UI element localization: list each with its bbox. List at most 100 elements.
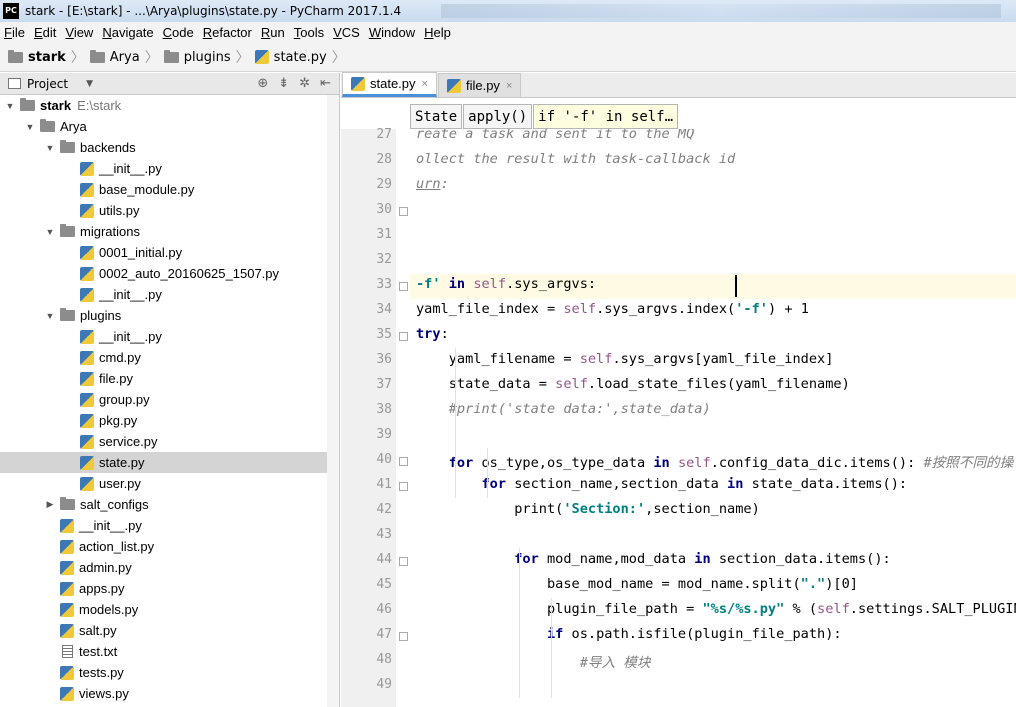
scroll-from-source-icon[interactable]: ⊕ xyxy=(257,76,268,91)
fold-toggle-icon[interactable] xyxy=(399,332,408,341)
editor-tab[interactable]: file.py × xyxy=(437,73,522,97)
menu-edit[interactable]: Edit xyxy=(34,25,56,40)
settings-gear-icon[interactable]: ✲ xyxy=(299,76,310,91)
code-line: try: xyxy=(416,326,449,342)
menu-run[interactable]: Run xyxy=(261,25,285,40)
chevron-right-icon[interactable]: ▶ xyxy=(44,499,56,510)
tree-item[interactable]: cmd.py xyxy=(0,347,339,368)
tree-item[interactable]: apps.py xyxy=(0,578,339,599)
tree-item[interactable]: utils.py xyxy=(0,200,339,221)
menu-refactor[interactable]: Refactor xyxy=(203,25,252,40)
tree-item[interactable]: 0002_auto_20160625_1507.py xyxy=(0,263,339,284)
python-file-icon xyxy=(80,350,94,365)
menu-window[interactable]: Window xyxy=(369,25,415,40)
folder-icon xyxy=(8,49,23,63)
code-text-area[interactable]: reate a task and sent it to the MQ ollect… xyxy=(410,129,1016,707)
line-number: 45 xyxy=(376,577,392,592)
python-file-icon xyxy=(254,50,269,64)
menu-navigate[interactable]: Navigate xyxy=(102,25,153,40)
tree-item[interactable]: pkg.py xyxy=(0,410,339,431)
code-line: for section_name,section_data in state_d… xyxy=(481,476,908,492)
fold-toggle-icon[interactable] xyxy=(399,482,408,491)
chevron-down-icon[interactable]: ▼ xyxy=(44,227,56,237)
tree-item[interactable]: group.py xyxy=(0,389,339,410)
collapse-all-icon[interactable]: ⇟ xyxy=(278,76,289,91)
tree-item[interactable]: views.py xyxy=(0,683,339,704)
tree-item[interactable]: 0001_initial.py xyxy=(0,242,339,263)
fold-toggle-icon[interactable] xyxy=(399,557,408,566)
nav-crumb-stark[interactable]: stark xyxy=(8,49,66,65)
tree-item[interactable]: action_list.py xyxy=(0,536,339,557)
tree-item[interactable]: __init__.py xyxy=(0,158,339,179)
code-editor: state.py × file.py × State apply() if '-f' in… xyxy=(341,72,1016,707)
fold-toggle-icon[interactable] xyxy=(399,632,408,641)
menu-help[interactable]: Help xyxy=(424,25,451,40)
tree-item-label: user.py xyxy=(99,476,141,491)
tree-item-label: migrations xyxy=(80,224,140,239)
tree-item-label: models.py xyxy=(79,602,139,617)
editor-tab[interactable]: state.py × xyxy=(342,72,437,97)
python-file-icon xyxy=(80,413,94,428)
line-number: 37 xyxy=(376,377,392,392)
tree-item-label: state.py xyxy=(99,455,145,470)
code-line: yaml_file_index = self.sys_argvs.index('… xyxy=(416,301,809,317)
line-number: 35 xyxy=(376,327,392,342)
tree-item[interactable]: __init__.py xyxy=(0,326,339,347)
code-breadcrumb[interactable]: apply() xyxy=(463,104,533,129)
menu-tools[interactable]: Tools xyxy=(294,25,324,40)
tree-item[interactable]: ▼ plugins xyxy=(0,305,339,326)
folder-icon xyxy=(40,119,55,132)
line-number: 44 xyxy=(376,552,392,567)
menu-vcs[interactable]: VCS xyxy=(333,25,360,40)
code-breadcrumb[interactable]: State xyxy=(410,104,463,129)
line-number: 38 xyxy=(376,402,392,417)
nav-crumb-plugins[interactable]: plugins xyxy=(163,49,231,65)
navigation-bar: stark 〉 Arya 〉 plugins 〉 state.py 〉 xyxy=(0,43,1016,72)
tree-item-label: __init__.py xyxy=(99,161,162,176)
tree-item[interactable]: ▼ stark E:\stark xyxy=(0,95,339,116)
line-number: 42 xyxy=(376,502,392,517)
project-tree-scrollbar[interactable] xyxy=(327,95,339,707)
nav-crumb-arya[interactable]: Arya xyxy=(89,49,140,65)
chevron-down-icon[interactable]: ▼ xyxy=(86,79,93,89)
tree-item[interactable]: ▼ backends xyxy=(0,137,339,158)
line-number: 34 xyxy=(376,302,392,317)
tree-item[interactable]: __init__.py xyxy=(0,284,339,305)
tree-item[interactable]: admin.py xyxy=(0,557,339,578)
chevron-down-icon[interactable]: ▼ xyxy=(44,143,56,153)
code-breadcrumb[interactable]: if '-f' in self… xyxy=(533,104,679,129)
fold-toggle-icon[interactable] xyxy=(399,282,408,291)
hide-panel-icon[interactable]: ⇤ xyxy=(320,76,331,91)
chevron-down-icon[interactable]: ▼ xyxy=(4,101,16,111)
tree-item-label: __init__.py xyxy=(99,287,162,302)
menu-view[interactable]: View xyxy=(65,25,93,40)
fold-toggle-icon[interactable] xyxy=(399,207,408,216)
tree-item[interactable]: ▼ Arya xyxy=(0,116,339,137)
tree-item[interactable]: __init__.py xyxy=(0,515,339,536)
tree-item[interactable]: state.py xyxy=(0,452,339,473)
tree-item[interactable]: test.txt xyxy=(0,641,339,662)
chevron-down-icon[interactable]: ▼ xyxy=(24,122,36,132)
tree-item[interactable]: tests.py xyxy=(0,662,339,683)
menu-code[interactable]: Code xyxy=(163,25,194,40)
tree-item[interactable]: user.py xyxy=(0,473,339,494)
tree-item[interactable]: file.py xyxy=(0,368,339,389)
tree-item[interactable]: ▶ salt_configs xyxy=(0,494,339,515)
tree-item[interactable]: base_module.py xyxy=(0,179,339,200)
tree-item[interactable]: salt.py xyxy=(0,620,339,641)
tree-item[interactable]: models.py xyxy=(0,599,339,620)
menu-file[interactable]: File xyxy=(4,25,25,40)
chevron-down-icon[interactable]: ▼ xyxy=(44,311,56,321)
project-view-selector[interactable]: Project xyxy=(27,77,68,91)
tree-item[interactable]: ▼ migrations xyxy=(0,221,339,242)
code-line: reate a task and sent it to the MQ xyxy=(416,129,695,142)
tree-item[interactable]: service.py xyxy=(0,431,339,452)
python-file-icon xyxy=(80,434,94,449)
fold-toggle-icon[interactable] xyxy=(399,457,408,466)
close-icon[interactable]: × xyxy=(422,78,428,90)
line-number: 31 xyxy=(376,227,392,242)
tree-item-label: base_module.py xyxy=(99,182,195,197)
tree-item-label: 0001_initial.py xyxy=(99,245,183,260)
nav-crumb-state-py[interactable]: state.py xyxy=(254,50,327,65)
close-icon[interactable]: × xyxy=(506,80,512,92)
